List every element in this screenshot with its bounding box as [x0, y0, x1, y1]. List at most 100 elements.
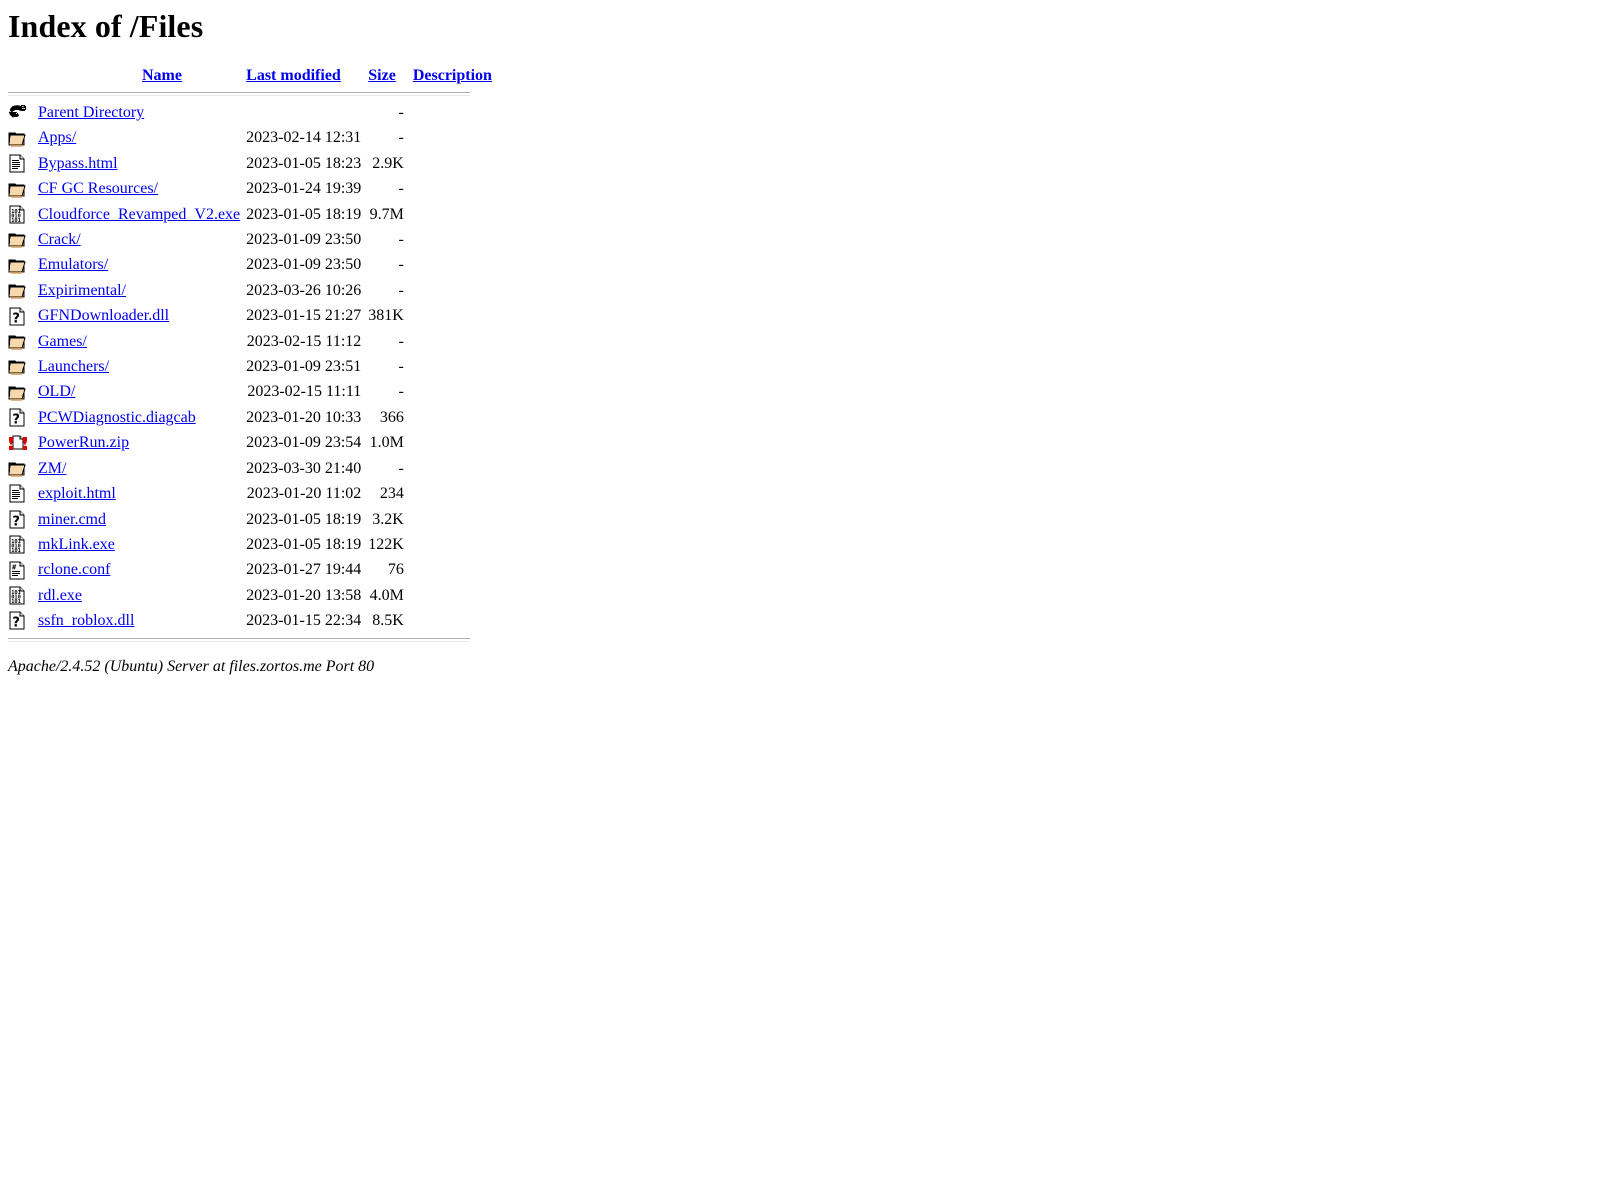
footer-divider: [8, 637, 470, 642]
file-link[interactable]: ssfn_roblox.dll: [38, 612, 134, 629]
row-size-cell: 1.0M: [369, 434, 404, 452]
file-link[interactable]: PCWDiagnostic.diagcab: [38, 409, 196, 426]
row-last-modified-cell: 2023-01-20 11:02: [246, 485, 362, 503]
file-link[interactable]: Apps/: [38, 129, 76, 146]
row-icon-cell: [8, 252, 38, 277]
row-last-modified-cell: [240, 100, 361, 125]
text-icon: #: [8, 560, 28, 582]
row-description-cell: [404, 278, 492, 303]
table-row: Games/2023-02-15 11:12 -: [8, 329, 492, 354]
file-link[interactable]: CF GC Resources/: [38, 180, 158, 197]
row-name-cell: Expirimental/: [38, 278, 240, 303]
svg-text:101: 101: [11, 218, 21, 224]
row-description-cell: [404, 227, 492, 252]
row-description-cell: [404, 507, 492, 532]
file-link[interactable]: rdl.exe: [38, 587, 82, 604]
row-last-modified-cell: 2023-01-09 23:50: [246, 256, 362, 274]
row-size-cell: -: [398, 129, 404, 147]
row-icon-cell: [8, 176, 38, 201]
file-link[interactable]: miner.cmd: [38, 511, 106, 528]
file-link[interactable]: Games/: [38, 333, 87, 350]
row-name-cell: Parent Directory: [38, 100, 240, 125]
file-link[interactable]: Bypass.html: [38, 155, 118, 172]
row-name-cell: ssfn_roblox.dll: [38, 608, 240, 633]
row-size-cell: -: [398, 231, 404, 249]
row-last-modified-cell: 2023-01-05 18:19: [246, 510, 362, 528]
row-description-cell: [404, 430, 492, 455]
file-link[interactable]: Launchers/: [38, 358, 109, 375]
row-description-cell: [404, 202, 492, 227]
table-row: Apps/2023-02-14 12:31 -: [8, 125, 492, 150]
row-icon-cell: 101 010 101: [8, 583, 38, 608]
file-link[interactable]: mkLink.exe: [38, 536, 115, 553]
row-icon-cell: ?: [8, 303, 38, 328]
row-last-modified-cell: 2023-02-14 12:31: [246, 129, 362, 147]
row-last-modified-cell: 2023-01-05 18:23: [246, 154, 362, 172]
row-description-cell: [404, 583, 492, 608]
svg-text:101: 101: [11, 599, 21, 605]
row-size-cell: -: [398, 459, 404, 477]
table-row: 101 010 101 Cloudforce_Revamped_V2.exe 2023-…: [8, 202, 492, 227]
file-link[interactable]: exploit.html: [38, 485, 116, 502]
row-name-cell: CF GC Resources/: [38, 176, 240, 201]
unknown-icon: ?: [8, 509, 28, 531]
folder-icon: [8, 280, 28, 302]
file-link[interactable]: Expirimental/: [38, 282, 126, 299]
header-name: Name: [38, 63, 240, 89]
table-row: PowerRun.zip 2023-01-09 23:54 1.0M: [8, 430, 492, 455]
row-icon-cell: [8, 456, 38, 481]
row-name-cell: Crack/: [38, 227, 240, 252]
row-size-cell: -: [398, 383, 404, 401]
table-row: ZM/2023-03-30 21:40 -: [8, 456, 492, 481]
row-size-cell: -: [398, 256, 404, 274]
table-row: exploit.html 2023-01-20 11:02 234: [8, 481, 492, 506]
row-name-cell: Launchers/: [38, 354, 240, 379]
sort-by-description-link[interactable]: Description: [413, 67, 492, 84]
directory-index-page: Index of /Files Name Last modified Size …: [0, 0, 1600, 684]
svg-text:?: ?: [12, 413, 20, 428]
row-name-cell: GFNDownloader.dll: [38, 303, 240, 328]
header-rule-cell: [8, 89, 492, 100]
sort-by-size-link[interactable]: Size: [368, 67, 396, 84]
row-icon-cell: [8, 379, 38, 404]
row-size-cell: 9.7M: [369, 205, 404, 223]
table-row: ? GFNDownloader.dll 2023-01-15 21:27 381K: [8, 303, 492, 328]
row-description-cell: [404, 405, 492, 430]
file-link[interactable]: Crack/: [38, 231, 81, 248]
row-name-cell: exploit.html: [38, 481, 240, 506]
row-icon-cell: 101 010 101: [8, 202, 38, 227]
binary-icon: 101 010 101: [8, 585, 28, 607]
unknown-icon: ?: [8, 306, 28, 328]
row-size-cell: 8.5K: [372, 612, 404, 630]
file-link[interactable]: GFNDownloader.dll: [38, 307, 169, 324]
row-icon-cell: ?: [8, 507, 38, 532]
row-size-cell: -: [398, 104, 404, 121]
row-size-cell: 4.0M: [369, 586, 404, 604]
header-divider: [8, 92, 470, 96]
table-row: 101 010 101 rdl.exe 2023-01-20 13:58 4.0M: [8, 583, 492, 608]
file-link[interactable]: ZM/: [38, 460, 66, 477]
row-size-cell: 122K: [368, 535, 404, 553]
row-last-modified-cell: 2023-01-24 19:39: [246, 180, 362, 198]
sort-by-date-link[interactable]: Last modified: [246, 67, 341, 84]
row-last-modified-cell: 2023-01-15 22:34: [246, 612, 362, 630]
table-row: # rclone.conf 2023-01-27 19:44 76: [8, 557, 492, 582]
table-header-row: Name Last modified Size Description: [8, 63, 492, 89]
file-link[interactable]: rclone.conf: [38, 561, 110, 578]
row-description-cell: [404, 151, 492, 176]
file-link[interactable]: OLD/: [38, 383, 75, 400]
row-description-cell: [404, 532, 492, 557]
sort-by-name-link[interactable]: Name: [142, 67, 182, 84]
file-link[interactable]: Parent Directory: [38, 104, 144, 121]
back-icon: [8, 102, 28, 124]
file-link[interactable]: PowerRun.zip: [38, 434, 129, 451]
row-icon-cell: 101 010 101: [8, 532, 38, 557]
row-name-cell: Cloudforce_Revamped_V2.exe: [38, 202, 240, 227]
header-description: Description: [404, 63, 492, 89]
row-icon-cell: [8, 278, 38, 303]
file-link[interactable]: Emulators/: [38, 256, 108, 273]
file-link[interactable]: Cloudforce_Revamped_V2.exe: [38, 206, 240, 223]
row-description-cell: [404, 303, 492, 328]
compressed-icon: [8, 433, 28, 455]
row-description-cell: [404, 100, 492, 125]
